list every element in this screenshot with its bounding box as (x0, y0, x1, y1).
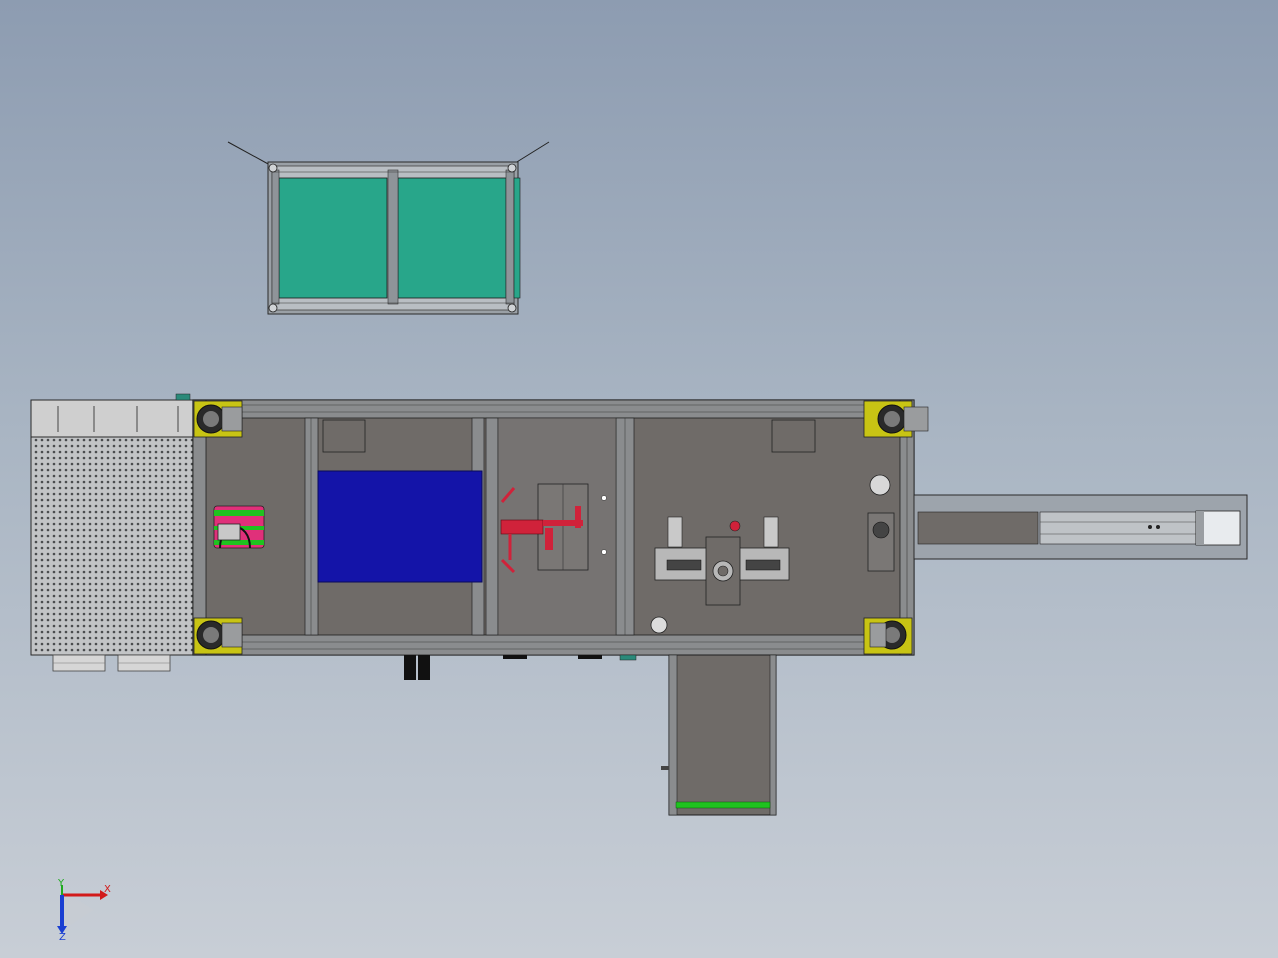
cad-viewport[interactable]: X Y Z (0, 0, 1278, 958)
teal-clip (619, 654, 637, 661)
corner-caster-bottom-left (193, 617, 243, 655)
bottom-drawer[interactable] (661, 654, 777, 816)
z-axis-label: Z (59, 932, 66, 943)
x-axis-label: X (104, 884, 111, 895)
linear-slide-module[interactable] (913, 494, 1248, 560)
black-foot (404, 655, 416, 680)
blue-conveyor-block (317, 470, 483, 583)
glass-pane-left (278, 177, 388, 299)
perforated-filter-unit[interactable] (30, 399, 194, 672)
cad-scene[interactable]: X Y Z (0, 0, 1278, 958)
corner-caster-top-left (193, 400, 243, 438)
black-foot (418, 655, 430, 680)
gripper-module (213, 505, 265, 549)
orientation-triad: X Y Z (57, 878, 111, 943)
filter-top-cover (30, 399, 194, 438)
y-axis-label: Y (57, 878, 65, 889)
teal-clip (175, 393, 191, 401)
port-circle (869, 474, 891, 496)
black-foot (503, 655, 527, 659)
glass-pane-right (397, 177, 507, 299)
glass-panel-assembly[interactable] (227, 141, 550, 315)
black-foot (578, 655, 602, 659)
corner-caster-top-right (863, 400, 929, 438)
corner-caster-bottom-right (863, 617, 913, 655)
